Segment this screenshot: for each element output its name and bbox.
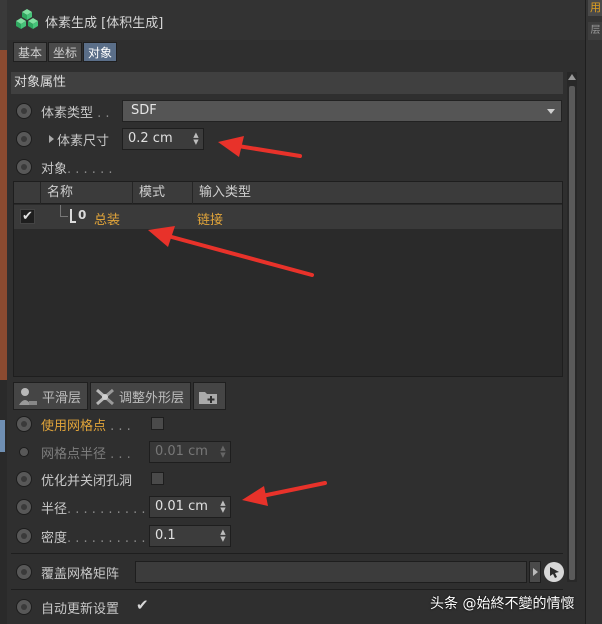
stepper-icon[interactable]: ▲ ▼ bbox=[219, 529, 227, 543]
add-folder-button[interactable] bbox=[193, 382, 227, 410]
animate-radio[interactable] bbox=[16, 159, 32, 175]
animate-radio[interactable] bbox=[16, 103, 32, 119]
voxel-type-dropdown[interactable]: SDF bbox=[122, 100, 562, 122]
voxel-cube-icon bbox=[16, 9, 38, 29]
scroll-thumb[interactable] bbox=[569, 86, 575, 580]
attribute-manager-panel: 体素生成 [体积生成] 基本 坐标 对象 对象属性 体素类型 . . SDF 体… bbox=[7, 0, 585, 624]
animate-radio[interactable] bbox=[16, 416, 32, 432]
object-title: 体素生成 [体积生成] bbox=[45, 16, 164, 31]
left-edge-strip bbox=[0, 0, 7, 624]
grid-radius-field[interactable]: 0.01 cm ▲ ▼ bbox=[149, 441, 231, 463]
use-grid-points-label: 使用网格点 . . . bbox=[41, 419, 131, 434]
smooth-layer-label: 平滑层 bbox=[42, 390, 82, 406]
separator bbox=[11, 589, 563, 590]
voxel-size-field[interactable]: 0.2 cm ▲ ▼ bbox=[122, 128, 204, 150]
stepper-icon[interactable]: ▲ ▼ bbox=[219, 500, 227, 514]
list-item[interactable]: ✔ 0 总装 链接 bbox=[14, 205, 562, 229]
auto-update-checkbox[interactable]: ✔ bbox=[136, 596, 149, 614]
grid-radius-value: 0.01 cm bbox=[155, 444, 208, 459]
expand-triangle-icon[interactable] bbox=[49, 135, 54, 143]
stepper-icon[interactable]: ▲ ▼ bbox=[219, 445, 227, 459]
voxel-size-label: 体素尺寸 bbox=[57, 134, 110, 149]
attribute-tabs: 基本 坐标 对象 bbox=[13, 42, 118, 62]
stepper-icon[interactable]: ▲ ▼ bbox=[192, 132, 200, 146]
optimize-holes-label: 优化并关闭孔洞 bbox=[41, 474, 133, 489]
animate-radio[interactable] bbox=[16, 131, 32, 147]
section-title: 对象属性 bbox=[11, 72, 563, 94]
objects-row: 对象. . . . . . bbox=[11, 154, 563, 180]
animate-radio[interactable] bbox=[16, 471, 32, 487]
viewport-edge-highlight bbox=[0, 420, 5, 452]
right-side-tabs: 用 层 bbox=[585, 0, 602, 624]
object-name: 总装 bbox=[94, 213, 121, 228]
smooth-layer-button[interactable]: 平滑层 bbox=[13, 382, 89, 410]
list-header: 名称 模式 输入类型 bbox=[14, 182, 562, 204]
separator bbox=[11, 553, 563, 554]
scroll-up-icon[interactable] bbox=[568, 74, 576, 80]
radius-row: 半径. . . . . . . . . . 0.01 cm ▲ ▼ bbox=[11, 494, 563, 520]
override-matrix-link-field[interactable] bbox=[135, 561, 527, 583]
auto-update-label: 自动更新设置 bbox=[41, 602, 120, 617]
optimize-holes-checkbox[interactable] bbox=[151, 472, 164, 485]
override-matrix-row: 覆盖网格矩阵 bbox=[11, 559, 564, 585]
smooth-layer-icon bbox=[19, 388, 37, 405]
grid-radius-label: 网格点半径 . . . bbox=[41, 447, 131, 462]
tab-basic[interactable]: 基本 bbox=[13, 42, 48, 62]
vertical-scrollbar[interactable] bbox=[567, 72, 577, 582]
column-name[interactable]: 名称 bbox=[40, 182, 132, 204]
link-arrow-button[interactable] bbox=[529, 561, 541, 583]
chevron-down-icon bbox=[547, 109, 555, 114]
voxel-type-value: SDF bbox=[131, 103, 157, 118]
pick-object-icon[interactable] bbox=[544, 562, 564, 582]
viewport-edge bbox=[0, 50, 7, 380]
override-matrix-label: 覆盖网格矩阵 bbox=[41, 567, 120, 582]
grid-radius-row: 网格点半径 . . . 0.01 cm ▲ ▼ bbox=[11, 439, 563, 465]
density-row: 密度. . . . . . . . . . 0.1 ▲ ▼ bbox=[11, 523, 563, 549]
tree-connector bbox=[60, 205, 68, 217]
objects-list[interactable]: 名称 模式 输入类型 ✔ 0 总装 链接 bbox=[13, 181, 563, 377]
side-tab-1[interactable]: 用 bbox=[588, 0, 602, 16]
animate-radio[interactable] bbox=[19, 447, 29, 457]
animate-radio[interactable] bbox=[16, 528, 32, 544]
layer-toolbar: 平滑层 调整外形层 bbox=[13, 382, 228, 410]
use-grid-points-checkbox[interactable] bbox=[151, 417, 164, 430]
watermark: 头条 @始終不變的情懷 bbox=[430, 596, 575, 612]
reshape-layer-button[interactable]: 调整外形层 bbox=[90, 382, 192, 410]
voxel-size-value: 0.2 cm bbox=[128, 131, 173, 146]
viewport-edge-dark bbox=[0, 380, 7, 624]
object-header: 体素生成 [体积生成] bbox=[7, 0, 585, 40]
tab-coordinates[interactable]: 坐标 bbox=[48, 42, 83, 62]
column-input-type[interactable]: 输入类型 bbox=[192, 182, 262, 204]
reshape-layer-icon bbox=[96, 388, 115, 406]
animate-radio[interactable] bbox=[16, 599, 32, 615]
tab-object[interactable]: 对象 bbox=[83, 42, 118, 62]
animate-radio[interactable] bbox=[16, 499, 32, 515]
add-folder-icon bbox=[199, 392, 218, 404]
object-input-type: 链接 bbox=[197, 213, 224, 228]
density-value: 0.1 bbox=[155, 528, 176, 543]
use-grid-points-row: 使用网格点 . . . bbox=[11, 411, 563, 437]
side-tab-2[interactable]: 层 bbox=[588, 22, 602, 40]
voxel-type-row: 体素类型 . . SDF bbox=[11, 98, 563, 124]
radius-field[interactable]: 0.01 cm ▲ ▼ bbox=[149, 496, 231, 518]
null-object-icon: 0 bbox=[70, 208, 88, 224]
animate-radio[interactable] bbox=[16, 564, 32, 580]
column-mode[interactable]: 模式 bbox=[132, 182, 192, 204]
objects-label: 对象. . . . . . bbox=[41, 162, 113, 177]
radius-value: 0.01 cm bbox=[155, 499, 208, 514]
density-label: 密度. . . . . . . . . . bbox=[41, 531, 146, 546]
voxel-size-row: 体素尺寸 0.2 cm ▲ ▼ bbox=[11, 126, 563, 152]
voxel-type-label: 体素类型 . . bbox=[41, 106, 110, 121]
density-field[interactable]: 0.1 ▲ ▼ bbox=[149, 525, 231, 547]
optimize-holes-row: 优化并关闭孔洞 bbox=[11, 466, 563, 492]
enable-checkbox[interactable]: ✔ bbox=[20, 209, 35, 224]
reshape-layer-label: 调整外形层 bbox=[119, 390, 185, 406]
radius-label: 半径. . . . . . . . . . bbox=[41, 502, 146, 517]
